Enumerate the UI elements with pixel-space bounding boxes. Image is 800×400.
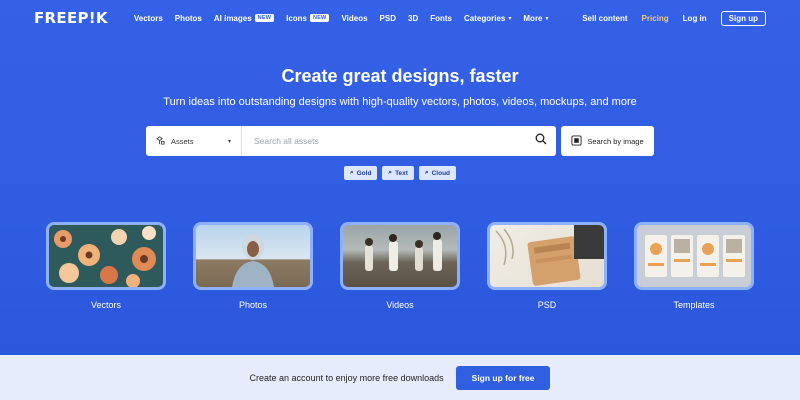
category-card-videos[interactable]: Videos	[340, 222, 460, 310]
category-card-templates[interactable]: Templates	[634, 222, 754, 310]
pricing-link[interactable]: Pricing	[642, 14, 669, 23]
nav-link-label: Photos	[174, 13, 202, 23]
sell-content-link[interactable]: Sell content	[582, 14, 627, 23]
videos-thumbnail	[340, 222, 460, 290]
asset-type-label: Assets	[171, 136, 194, 146]
freepik-logo[interactable]: FREEP!K	[34, 9, 108, 27]
chip-text[interactable]: ⌕ Text	[382, 166, 414, 180]
nav-link-videos[interactable]: Videos	[341, 14, 367, 23]
hero-subtitle: Turn ideas into outstanding designs with…	[163, 96, 637, 108]
nav-link-label: Categories	[464, 13, 506, 23]
nav-link-categories[interactable]: Categories ▾	[464, 14, 511, 23]
category-card-vectors[interactable]: Vectors	[46, 222, 166, 310]
chip-label: Text	[395, 169, 408, 177]
signup-button[interactable]: Sign up	[720, 10, 766, 26]
new-badge: NEW	[310, 14, 330, 22]
nav-link-label: Icons	[286, 13, 308, 23]
nav-right: Sell content Pricing Log in Sign up	[582, 10, 766, 26]
new-badge: NEW	[254, 14, 275, 22]
chip-label: Gold	[356, 169, 372, 177]
nav-link-label: Vectors	[133, 13, 163, 23]
chevron-down-icon: ▾	[545, 15, 549, 22]
nav-link-label: Videos	[341, 13, 368, 23]
signup-for-free-button[interactable]: Sign up for free	[455, 365, 551, 390]
chevron-down-icon: ▾	[227, 138, 231, 145]
nav-link-label: More	[523, 13, 543, 23]
nav-link-label: Fonts	[430, 13, 453, 23]
nav-link-label: PSD	[379, 13, 396, 23]
search-icon	[535, 132, 547, 150]
search-icon: ⌕	[388, 169, 393, 176]
signup-banner: Create an account to enjoy more free dow…	[0, 355, 800, 400]
nav-link-icons[interactable]: Icons NEW	[286, 13, 330, 23]
vectors-thumbnail	[46, 222, 166, 290]
asset-type-select[interactable]: Assets ▾	[146, 126, 242, 156]
psd-thumbnail	[487, 222, 607, 290]
nav-link-label: 3D	[408, 13, 419, 23]
image-search-icon	[571, 134, 582, 148]
search-input[interactable]	[242, 126, 526, 156]
nav-link-3d[interactable]: 3D	[408, 14, 418, 23]
top-nav: FREEP!K Vectors Photos AI images NEW Icon…	[0, 0, 800, 36]
search-bar: Assets ▾	[146, 126, 556, 156]
category-card-psd[interactable]: PSD	[487, 222, 607, 310]
assets-icon	[156, 135, 165, 147]
templates-thumbnail	[634, 222, 754, 290]
hero-title: Create great designs, faster	[281, 66, 519, 86]
search-button[interactable]	[526, 126, 556, 156]
category-label: Templates	[673, 300, 715, 310]
nav-links: Vectors Photos AI images NEW Icons NEW Vid…	[134, 14, 549, 23]
chevron-down-icon: ▾	[508, 15, 512, 22]
nav-link-psd[interactable]: PSD	[380, 14, 396, 23]
nav-link-fonts[interactable]: Fonts	[430, 14, 452, 23]
search-icon: ⌕	[349, 169, 354, 176]
category-label: Photos	[238, 300, 268, 310]
chip-gold[interactable]: ⌕ Gold	[343, 166, 378, 180]
search-by-image-label: Search by image	[587, 136, 644, 146]
login-link[interactable]: Log in	[683, 14, 707, 23]
category-label: PSD	[537, 300, 557, 310]
category-label: Vectors	[90, 300, 121, 310]
nav-link-photos[interactable]: Photos	[175, 14, 202, 23]
nav-link-ai-images[interactable]: AI images NEW	[213, 13, 275, 23]
search-by-image-button[interactable]: Search by image	[561, 126, 654, 156]
banner-text: Create an account to enjoy more free dow…	[249, 372, 444, 383]
nav-link-more[interactable]: More ▾	[523, 14, 548, 23]
chip-label: Cloud	[431, 169, 451, 177]
suggestion-chips: ⌕ Gold ⌕ Text ⌕ Cloud	[0, 166, 800, 180]
photos-thumbnail	[193, 222, 313, 290]
chip-cloud[interactable]: ⌕ Cloud	[418, 166, 457, 180]
nav-link-vectors[interactable]: Vectors	[134, 14, 163, 23]
category-card-photos[interactable]: Photos	[193, 222, 313, 310]
nav-link-label: AI images	[213, 13, 252, 23]
search-icon: ⌕	[424, 169, 429, 176]
category-cards: Vectors Photos Videos PSD Templates	[46, 222, 754, 310]
category-label: Videos	[386, 300, 414, 310]
